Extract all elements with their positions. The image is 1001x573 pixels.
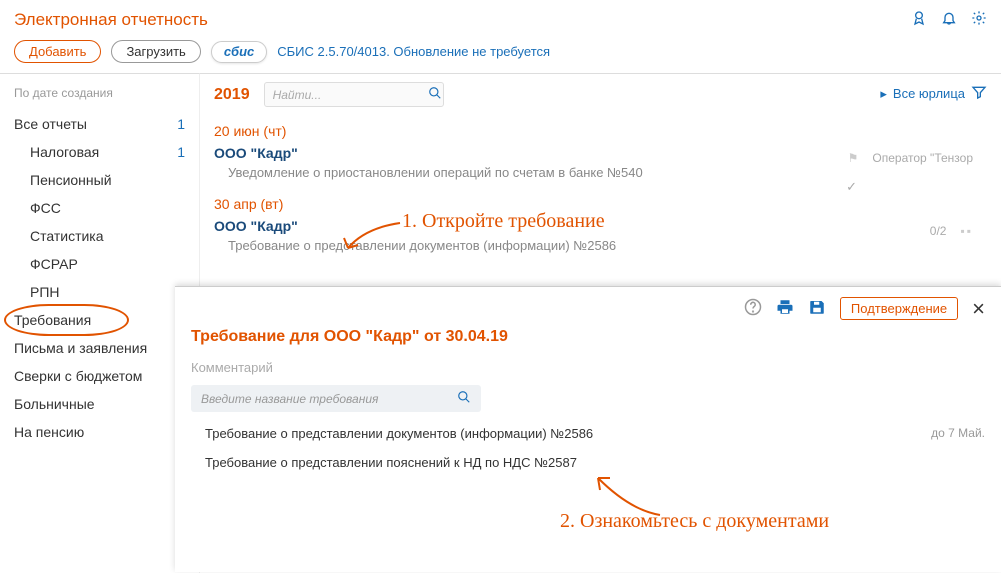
entry-date: 20 июн (чт) — [214, 123, 987, 139]
search-box[interactable] — [264, 82, 444, 107]
sidebar-item-label: РПН — [30, 284, 60, 300]
sidebar-item[interactable]: Пенсионный — [0, 166, 199, 194]
sidebar-item-label: Сверки с бюджетом — [14, 368, 142, 384]
sidebar-item-label: ФСРАР — [30, 256, 78, 272]
filter-icon[interactable] — [971, 84, 987, 103]
search-input[interactable] — [273, 88, 428, 102]
panel-item-due: до 7 Май. — [931, 426, 985, 441]
entry-counter: 0/2 — [930, 224, 947, 238]
entry-desc: Уведомление о приостановлении операций п… — [214, 165, 987, 180]
app-logo: сбис — [211, 41, 267, 63]
sidebar-item[interactable]: Все отчеты 1 — [0, 110, 199, 138]
help-icon[interactable] — [744, 298, 762, 319]
sidebar-item-count: 1 — [177, 116, 185, 132]
panel-list-item[interactable]: Требование о представлении пояснений к Н… — [191, 455, 985, 470]
sidebar-item[interactable]: Больничные — [0, 390, 199, 418]
sidebar-item-label: Статистика — [30, 228, 104, 244]
all-entities-link[interactable]: Все юрлица — [893, 86, 965, 101]
panel-item-text: Требование о представлении пояснений к Н… — [205, 455, 577, 470]
panel-item-text: Требование о представлении документов (и… — [205, 426, 593, 441]
sidebar-item-label: Налоговая — [30, 144, 99, 160]
sidebar-item-count: 1 — [177, 144, 185, 160]
panel-search[interactable] — [191, 385, 481, 412]
entry-side: ⚑ Оператор "Тензор — [848, 151, 973, 165]
confirm-button[interactable]: Подтверждение — [840, 297, 958, 320]
save-icon[interactable] — [808, 298, 826, 319]
sidebar-item[interactable]: ФСРАР — [0, 250, 199, 278]
sort-label[interactable]: По дате создания — [0, 74, 199, 110]
flag-icon[interactable]: ⚑ — [848, 151, 859, 165]
operator-text: Оператор "Тензор — [872, 151, 973, 165]
sidebar-item[interactable]: Налоговая 1 — [0, 138, 199, 166]
version-text: СБИС 2.5.70/4013. Обновление не требуетс… — [277, 44, 550, 59]
sidebar-item[interactable]: На пенсию — [0, 418, 199, 446]
award-icon[interactable] — [911, 10, 927, 29]
add-button[interactable]: Добавить — [14, 40, 101, 63]
sidebar-item-label: На пенсию — [14, 424, 84, 440]
close-icon[interactable]: × — [972, 298, 985, 320]
sidebar-item[interactable]: ФСС — [0, 194, 199, 222]
entry-org: ООО "Кадр" — [214, 218, 987, 234]
load-button[interactable]: Загрузить — [111, 40, 200, 63]
list-entry[interactable]: 20 июн (чт)ООО "Кадр"Уведомление о приос… — [214, 123, 987, 180]
sidebar-item[interactable]: Статистика — [0, 222, 199, 250]
sidebar-item-label: Все отчеты — [14, 116, 87, 132]
sidebar-item[interactable]: Требования — [0, 306, 199, 334]
sidebar-item-label: Письма и заявления — [14, 340, 147, 356]
page-title: Электронная отчетность — [14, 10, 208, 29]
sidebar-item-label: ФСС — [30, 200, 61, 216]
status-icon: ▪▪ — [960, 224, 973, 238]
sidebar-item[interactable]: РПН — [0, 278, 199, 306]
panel-list-item[interactable]: Требование о представлении документов (и… — [191, 426, 985, 441]
entry-desc: Требование о представлении документов (и… — [214, 238, 987, 253]
gear-icon[interactable] — [971, 10, 987, 29]
search-icon[interactable] — [428, 86, 442, 103]
comment-label[interactable]: Комментарий — [191, 360, 985, 375]
year-label[interactable]: 2019 — [214, 86, 250, 104]
print-icon[interactable] — [776, 298, 794, 319]
check-icon: ✓ — [846, 179, 857, 195]
entry-date: 30 апр (вт) — [214, 196, 987, 212]
sidebar-item-label: Требования — [14, 312, 91, 328]
bell-icon[interactable] — [941, 10, 957, 29]
search-icon[interactable] — [457, 390, 471, 407]
entry-side: 0/2 ▪▪ — [930, 224, 973, 238]
detail-panel: Подтверждение × Требование для ООО "Кадр… — [175, 286, 1001, 572]
panel-search-input[interactable] — [201, 392, 457, 406]
sidebar-item[interactable]: Письма и заявления — [0, 334, 199, 362]
list-entry[interactable]: 30 апр (вт) ООО "Кадр" Требование о предст… — [214, 196, 987, 253]
panel-title: Требование для ООО "Кадр" от 30.04.19 — [191, 328, 985, 346]
caret-right-icon: ▸ — [880, 86, 887, 102]
sidebar-item-label: Пенсионный — [30, 172, 112, 188]
sidebar-item[interactable]: Сверки с бюджетом — [0, 362, 199, 390]
sidebar-item-label: Больничные — [14, 396, 95, 412]
